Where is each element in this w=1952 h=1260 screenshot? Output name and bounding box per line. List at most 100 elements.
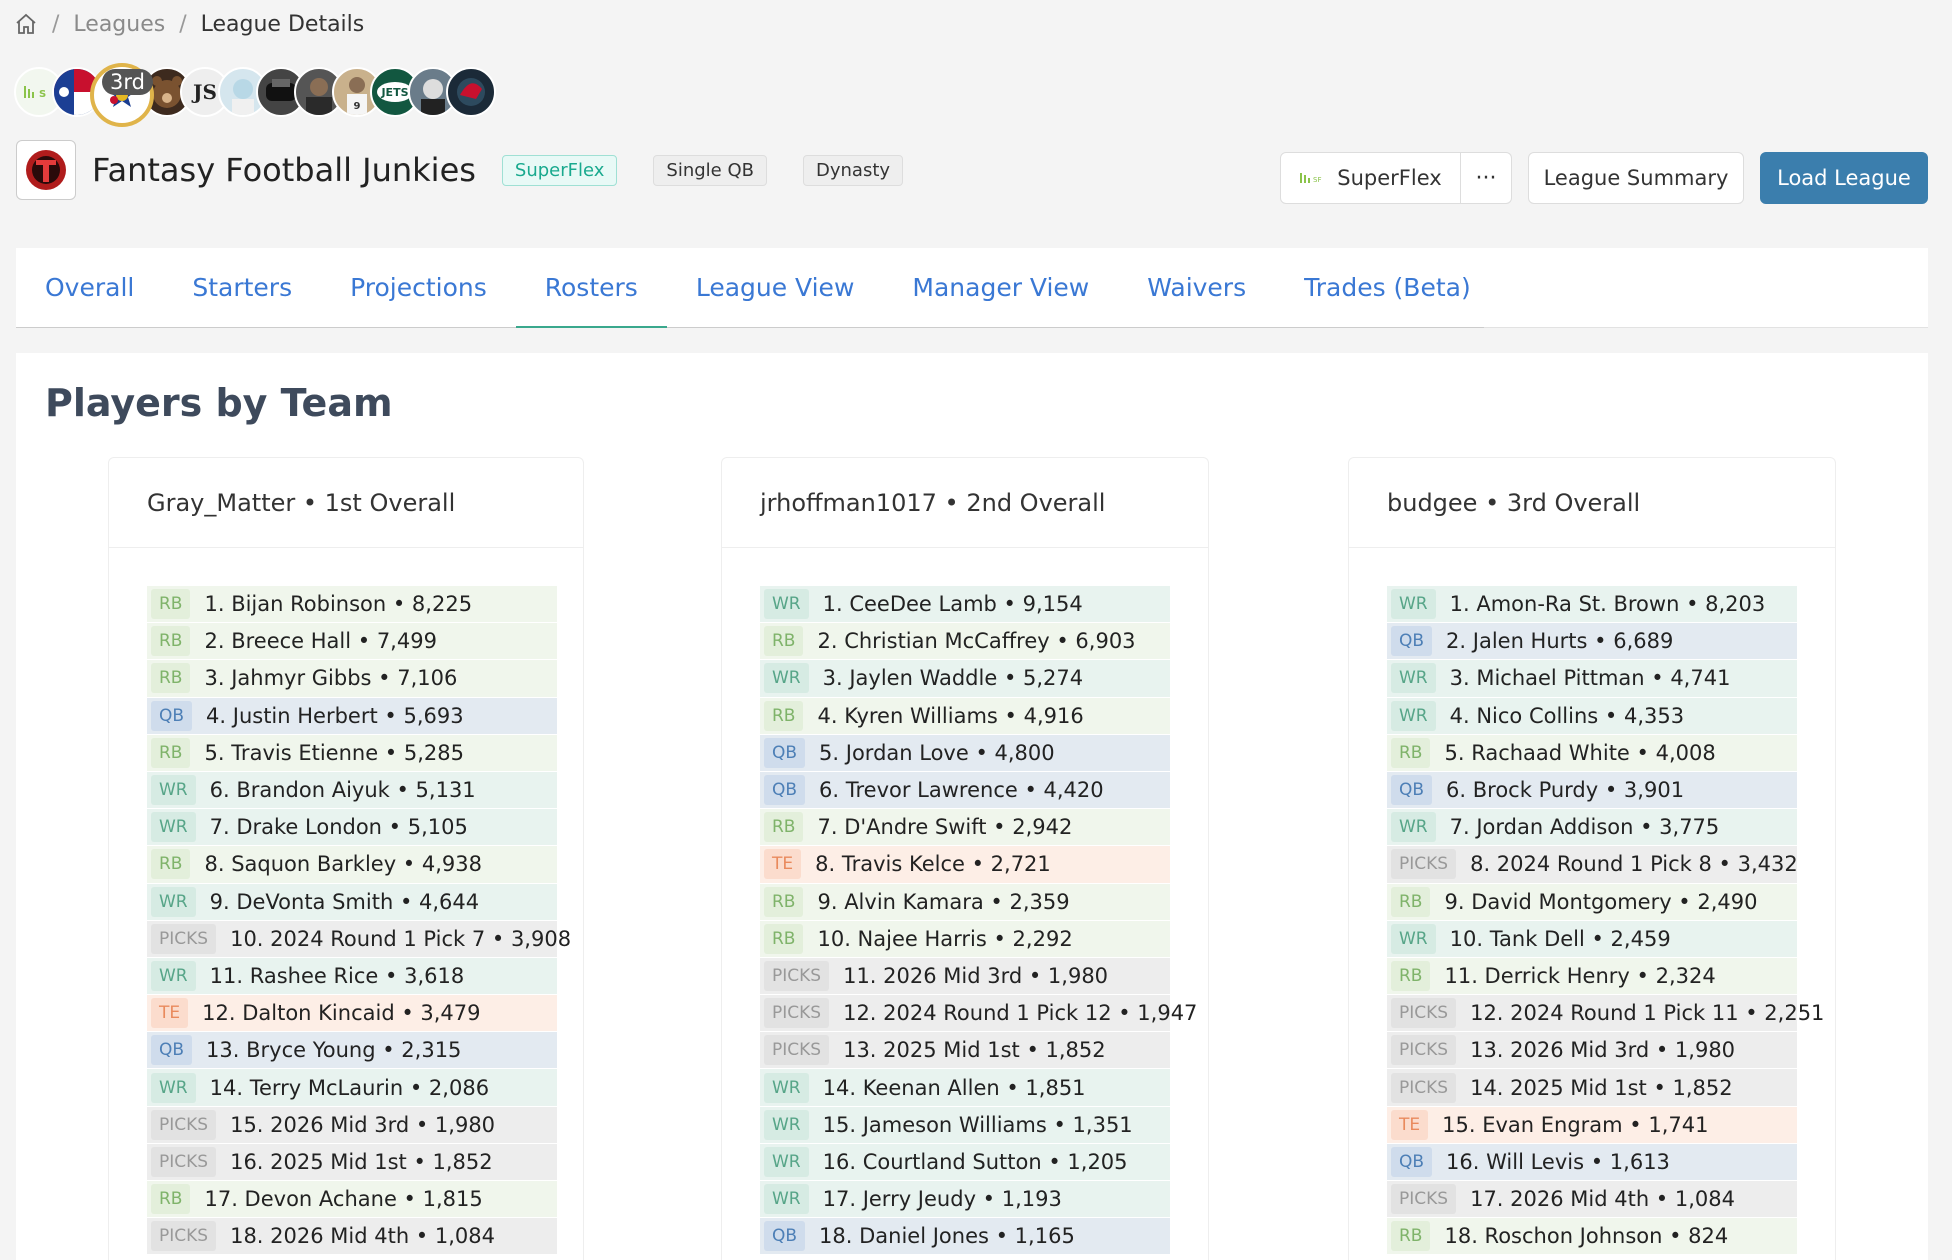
tab-manager-view[interactable]: Manager View [883, 247, 1118, 327]
roster-row[interactable]: RB 8. Saquon Barkley • 4,938 [147, 846, 557, 884]
roster-row[interactable]: RB 4. Kyren Williams • 4,916 [760, 697, 1170, 735]
roster-row[interactable]: TE 8. Travis Kelce • 2,721 [760, 846, 1170, 884]
format-button-group: SF SuperFlex ··· [1280, 152, 1512, 204]
roster-row[interactable]: RB 17. Devon Achane • 1,815 [147, 1181, 557, 1219]
roster-row[interactable]: RB 1. Bijan Robinson • 8,225 [147, 586, 557, 624]
svg-text:S: S [39, 89, 46, 100]
roster-row[interactable]: WR 3. Michael Pittman • 4,741 [1387, 660, 1797, 698]
roster-row[interactable]: QB 6. Brock Purdy • 3,901 [1387, 771, 1797, 810]
player-entry: 14. Keenan Allen • 1,851 [822, 1075, 1086, 1100]
roster-row[interactable]: RB 2. Breece Hall • 7,499 [147, 623, 557, 661]
breadcrumb-current: League Details [200, 11, 365, 37]
roster-row[interactable]: RB 11. Derrick Henry • 2,324 [1387, 957, 1797, 996]
position-badge: RB [1391, 737, 1431, 768]
roster-row[interactable]: WR 14. Terry McLaurin • 2,086 [147, 1069, 557, 1107]
roster-row[interactable]: QB 16. Will Levis • 1,613 [1387, 1143, 1797, 1181]
position-badge: RB [764, 812, 804, 843]
roster-row[interactable]: WR 7. Jordan Addison • 3,775 [1387, 809, 1797, 847]
roster-row[interactable]: WR 1. Amon-Ra St. Brown • 8,203 [1387, 586, 1797, 624]
roster-row[interactable]: WR 9. DeVonta Smith • 4,644 [147, 883, 557, 921]
roster-row[interactable]: QB 4. Justin Herbert • 5,693 [147, 697, 557, 735]
svg-text:JS: JS [191, 80, 217, 104]
roster-row[interactable]: WR 4. Nico Collins • 4,353 [1387, 697, 1797, 735]
roster-row[interactable]: QB 13. Bryce Young • 2,315 [147, 1032, 557, 1070]
player-entry: 10. 2024 Round 1 Pick 7 • 3,908 [230, 926, 572, 951]
roster-row[interactable]: TE 15. Evan Engram • 1,741 [1387, 1106, 1797, 1144]
roster-row[interactable]: WR 3. Jaylen Waddle • 5,274 [760, 660, 1170, 698]
tab-waivers[interactable]: Waivers [1118, 247, 1275, 327]
manager-avatar[interactable] [446, 67, 496, 117]
player-entry: 14. 2025 Mid 1st • 1,852 [1470, 1075, 1733, 1100]
roster-row[interactable]: PICKS 18. 2026 Mid 4th • 1,084 [147, 1218, 557, 1256]
team-card: budgee • 3rd Overall WR 1. Amon-Ra St. Br… [1348, 457, 1836, 1260]
player-entry: 5. Jordan Love • 4,800 [819, 740, 1055, 765]
player-entry: 12. Dalton Kincaid • 3,479 [202, 1001, 481, 1026]
position-badge: RB [1391, 886, 1431, 917]
roster-row[interactable]: PICKS 16. 2025 Mid 1st • 1,852 [147, 1143, 557, 1181]
roster-row[interactable]: QB 5. Jordan Love • 4,800 [760, 734, 1170, 772]
roster-row[interactable]: PICKS 11. 2026 Mid 3rd • 1,980 [760, 957, 1170, 996]
position-badge: WR [151, 812, 196, 843]
player-entry: 18. Daniel Jones • 1,165 [819, 1224, 1075, 1249]
roster-row[interactable]: WR 17. Jerry Jeudy • 1,193 [760, 1181, 1170, 1219]
roster-row[interactable]: RB 10. Najee Harris • 2,292 [760, 920, 1170, 958]
player-entry: 2. Jalen Hurts • 6,689 [1446, 629, 1674, 654]
position-badge: PICKS [1391, 998, 1457, 1029]
roster-row[interactable]: WR 1. CeeDee Lamb • 9,154 [760, 586, 1170, 624]
roster-row[interactable]: WR 6. Brandon Aiyuk • 5,131 [147, 771, 557, 810]
roster-row[interactable]: RB 3. Jahmyr Gibbs • 7,106 [147, 660, 557, 698]
player-entry: 14. Terry McLaurin • 2,086 [209, 1075, 490, 1100]
load-league-button[interactable]: Load League [1760, 152, 1928, 204]
player-entry: 10. Najee Harris • 2,292 [817, 926, 1073, 951]
roster-row[interactable]: PICKS 15. 2026 Mid 3rd • 1,980 [147, 1106, 557, 1144]
position-badge: WR [764, 1146, 809, 1177]
roster-row[interactable]: RB 2. Christian McCaffrey • 6,903 [760, 623, 1170, 661]
position-badge: TE [764, 849, 802, 880]
roster-row[interactable]: TE 12. Dalton Kincaid • 3,479 [147, 995, 557, 1033]
tab-projections[interactable]: Projections [321, 247, 516, 327]
roster-row[interactable]: WR 10. Tank Dell • 2,459 [1387, 920, 1797, 958]
roster-row[interactable]: QB 6. Trevor Lawrence • 4,420 [760, 771, 1170, 810]
roster-row[interactable]: PICKS 10. 2024 Round 1 Pick 7 • 3,908 [147, 920, 571, 958]
position-badge: RB [764, 886, 804, 917]
roster-row[interactable]: RB 5. Travis Etienne • 5,285 [147, 734, 557, 772]
roster-row[interactable]: PICKS 17. 2026 Mid 4th • 1,084 [1387, 1181, 1797, 1219]
roster-row[interactable]: WR 14. Keenan Allen • 1,851 [760, 1069, 1170, 1107]
roster-row[interactable]: RB 5. Rachaad White • 4,008 [1387, 734, 1797, 772]
rank-badge: 3rd [102, 69, 153, 95]
roster-row[interactable]: WR 7. Drake London • 5,105 [147, 809, 557, 847]
position-badge: QB [764, 737, 806, 768]
player-entry: 8. 2024 Round 1 Pick 8 • 3,432 [1470, 852, 1798, 877]
roster-row[interactable]: WR 16. Courtland Sutton • 1,205 [760, 1143, 1170, 1181]
roster-row[interactable]: RB 9. David Montgomery • 2,490 [1387, 883, 1797, 921]
player-entry: 10. Tank Dell • 2,459 [1449, 926, 1671, 951]
roster-row[interactable]: WR 15. Jameson Williams • 1,351 [760, 1106, 1170, 1144]
roster-row[interactable]: RB 7. D'Andre Swift • 2,942 [760, 809, 1170, 847]
breadcrumb-leagues-link[interactable]: Leagues [73, 12, 165, 37]
format-button[interactable]: SF SuperFlex [1280, 152, 1461, 204]
tab-league-view[interactable]: League View [667, 247, 884, 327]
roster-row[interactable]: QB 18. Daniel Jones • 1,165 [760, 1218, 1170, 1256]
tab-rosters[interactable]: Rosters [515, 247, 667, 328]
roster-row[interactable]: WR 11. Rashee Rice • 3,618 [147, 957, 557, 996]
tab-trades-beta[interactable]: Trades (Beta) [1275, 247, 1500, 327]
roster-row[interactable]: PICKS 8. 2024 Round 1 Pick 8 • 3,432 [1387, 846, 1798, 884]
roster-row[interactable]: PICKS 12. 2024 Round 1 Pick 12 • 1,947 [760, 995, 1197, 1033]
rosters-panel: Players by Team Gray_Matter • 1st Overal… [16, 353, 1928, 1260]
league-summary-button[interactable]: League Summary [1528, 152, 1744, 204]
player-entry: 5. Travis Etienne • 5,285 [204, 740, 464, 765]
tab-overall[interactable]: Overall [16, 247, 163, 327]
roster-row[interactable]: RB 9. Alvin Kamara • 2,359 [760, 883, 1170, 921]
roster-row[interactable]: RB 18. Roschon Johnson • 824 [1387, 1218, 1797, 1256]
tab-starters[interactable]: Starters [163, 247, 321, 327]
roster-row[interactable]: PICKS 14. 2025 Mid 1st • 1,852 [1387, 1069, 1797, 1107]
roster-row[interactable]: PICKS 13. 2025 Mid 1st • 1,852 [760, 1032, 1170, 1070]
roster-row[interactable]: PICKS 13. 2026 Mid 3rd • 1,980 [1387, 1032, 1797, 1070]
roster-row[interactable]: PICKS 12. 2024 Round 1 Pick 11 • 2,251 [1387, 995, 1824, 1033]
more-options-button[interactable]: ··· [1461, 152, 1512, 204]
roster-row[interactable]: QB 2. Jalen Hurts • 6,689 [1387, 623, 1797, 661]
player-entry: 9. DeVonta Smith • 4,644 [209, 889, 480, 914]
home-icon[interactable] [14, 12, 38, 36]
breadcrumb-separator: / [179, 11, 187, 37]
position-badge: QB [1391, 1146, 1433, 1177]
